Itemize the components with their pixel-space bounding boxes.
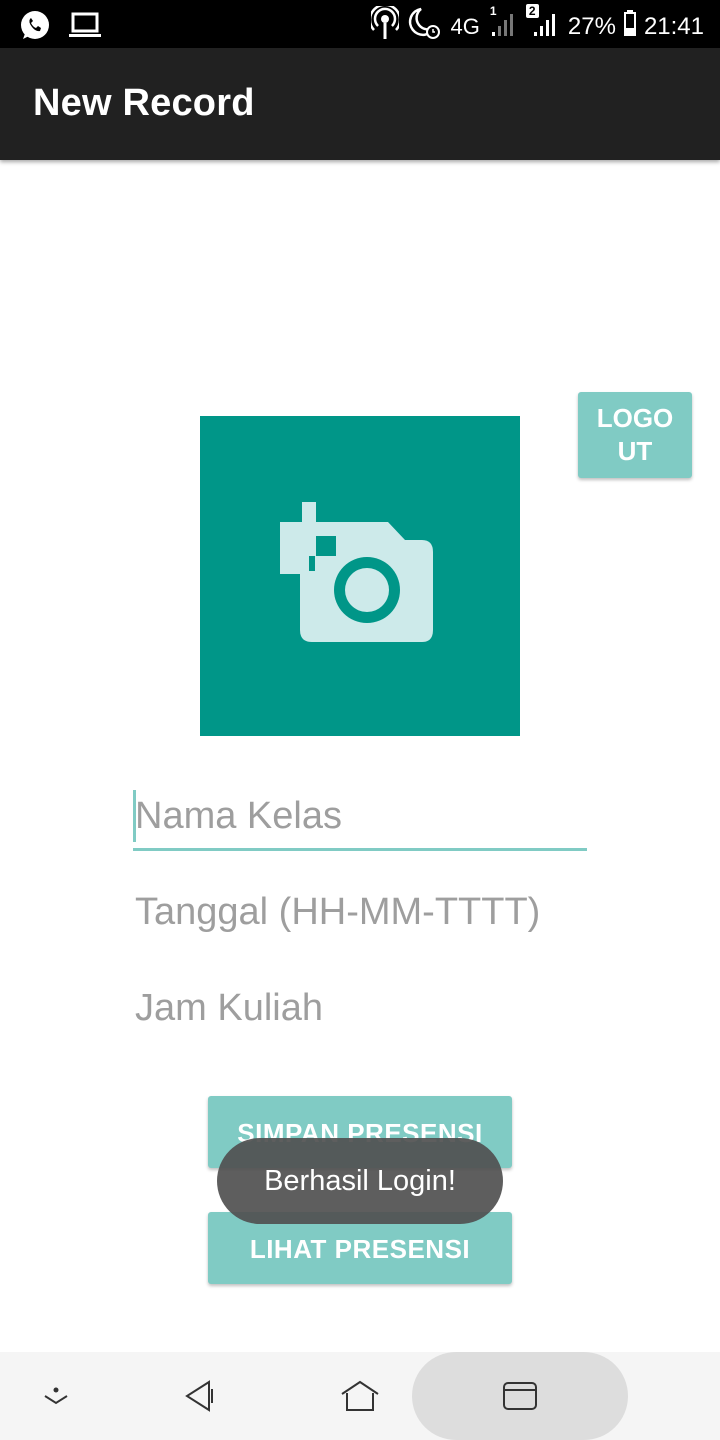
recents-icon[interactable] — [480, 1352, 560, 1440]
tanggal-placeholder: Tanggal (HH-MM-TTTT) — [135, 891, 541, 933]
add-a-photo-icon — [280, 502, 433, 642]
tanggal-input[interactable]: Tanggal (HH-MM-TTTT) — [133, 880, 587, 944]
logout-button[interactable]: LOGO UT — [578, 392, 692, 478]
signal-sim1-icon: 1 — [488, 4, 518, 45]
home-icon[interactable] — [320, 1352, 400, 1440]
hide-keyboard-icon[interactable] — [16, 1352, 96, 1440]
jam-kuliah-placeholder: Jam Kuliah — [135, 987, 323, 1029]
whatsapp-icon — [18, 8, 52, 47]
network-type: 4G — [450, 13, 480, 39]
sim2-label: 2 — [525, 4, 539, 18]
laptop-icon — [68, 10, 102, 45]
nama-kelas-input[interactable]: Nama Kelas — [133, 784, 587, 851]
battery-percent: 27% — [567, 12, 616, 40]
app-bar: New Record — [0, 48, 720, 160]
clock: 21:41 — [643, 12, 704, 40]
sim1-label: 1 — [489, 4, 497, 18]
hotspot-icon — [368, 3, 401, 47]
signal-sim2-icon: 2 — [525, 4, 560, 45]
status-bar: 4G 1 2 27% 21:41 — [0, 0, 720, 48]
night-alarm-icon — [407, 6, 443, 47]
nama-kelas-placeholder: Nama Kelas — [135, 795, 342, 837]
text-caret — [133, 790, 136, 842]
toast-message: Berhasil Login! — [217, 1138, 503, 1224]
page-title: New Record — [33, 82, 255, 124]
battery-icon — [623, 10, 636, 43]
navigation-bar — [0, 1352, 720, 1440]
add-photo-button[interactable] — [200, 416, 520, 736]
jam-kuliah-input[interactable]: Jam Kuliah — [133, 976, 587, 1040]
back-icon[interactable] — [160, 1352, 240, 1440]
